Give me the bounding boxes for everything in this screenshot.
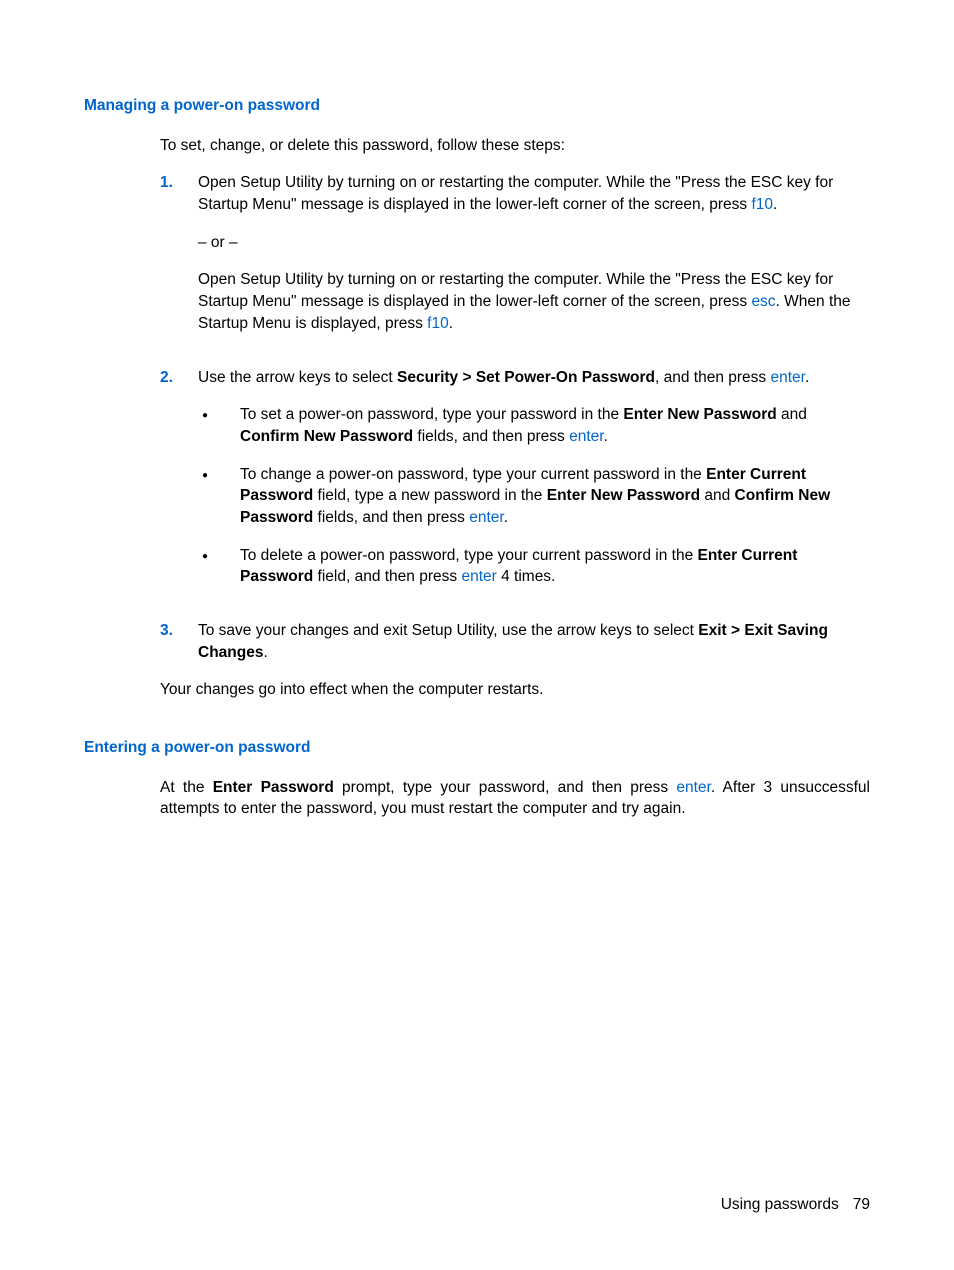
step-3: 3. To save your changes and exit Setup U… xyxy=(160,620,870,663)
step1-para2: Open Setup Utility by turning on or rest… xyxy=(198,269,870,334)
key-enter-3: enter xyxy=(469,509,503,526)
bullet-delete: To delete a power-on password, type your… xyxy=(198,545,870,588)
bullet-set-body: To set a power-on password, type your pa… xyxy=(240,404,870,447)
field-enter-new: Enter New Password xyxy=(623,406,776,423)
menu-path-security: Security > Set Power-On Password xyxy=(397,369,655,386)
step-2-number: 2. xyxy=(160,367,198,605)
step-1-body: Open Setup Utility by turning on or rest… xyxy=(198,172,870,350)
section2-para: At the Enter Password prompt, type your … xyxy=(160,777,870,820)
key-enter-4: enter xyxy=(461,568,496,585)
bullet-icon xyxy=(198,464,240,529)
bullet-set: To set a power-on password, type your pa… xyxy=(198,404,870,447)
step-3-body: To save your changes and exit Setup Util… xyxy=(198,620,870,663)
key-enter-1: enter xyxy=(770,369,804,386)
bullet-delete-body: To delete a power-on password, type your… xyxy=(240,545,870,588)
step-1-number: 1. xyxy=(160,172,198,350)
section1-body: To set, change, or delete this password,… xyxy=(160,135,870,701)
step-1: 1. Open Setup Utility by turning on or r… xyxy=(160,172,870,350)
step-3-number: 3. xyxy=(160,620,198,663)
step2-lead: Use the arrow keys to select Security > … xyxy=(198,367,870,389)
prompt-enter-password: Enter Password xyxy=(213,779,334,796)
step-2: 2. Use the arrow keys to select Security… xyxy=(160,367,870,605)
section2-body: At the Enter Password prompt, type your … xyxy=(160,777,870,820)
field-confirm-new: Confirm New Password xyxy=(240,428,413,445)
key-enter-5: enter xyxy=(676,779,710,796)
key-f10-b: f10 xyxy=(427,315,449,332)
bullet-change: To change a power-on password, type your… xyxy=(198,464,870,529)
outro-text: Your changes go into effect when the com… xyxy=(160,679,870,701)
key-esc: esc xyxy=(751,293,775,310)
key-enter-2: enter xyxy=(569,428,603,445)
or-separator: – or – xyxy=(198,232,870,254)
heading-managing: Managing a power-on password xyxy=(84,95,870,117)
step2-bullets: To set a power-on password, type your pa… xyxy=(198,404,870,588)
page-content: Managing a power-on password To set, cha… xyxy=(0,0,954,820)
bullet-icon xyxy=(198,545,240,588)
footer-page-number: 79 xyxy=(853,1196,870,1213)
page-footer: Using passwords 79 xyxy=(721,1194,870,1216)
field-enter-new-b: Enter New Password xyxy=(547,487,700,504)
footer-section: Using passwords xyxy=(721,1196,839,1213)
intro-text: To set, change, or delete this password,… xyxy=(160,135,870,157)
heading-entering: Entering a power-on password xyxy=(84,737,870,759)
key-f10: f10 xyxy=(751,196,773,213)
step-2-body: Use the arrow keys to select Security > … xyxy=(198,367,870,605)
step1-para1: Open Setup Utility by turning on or rest… xyxy=(198,172,870,215)
bullet-icon xyxy=(198,404,240,447)
bullet-change-body: To change a power-on password, type your… xyxy=(240,464,870,529)
